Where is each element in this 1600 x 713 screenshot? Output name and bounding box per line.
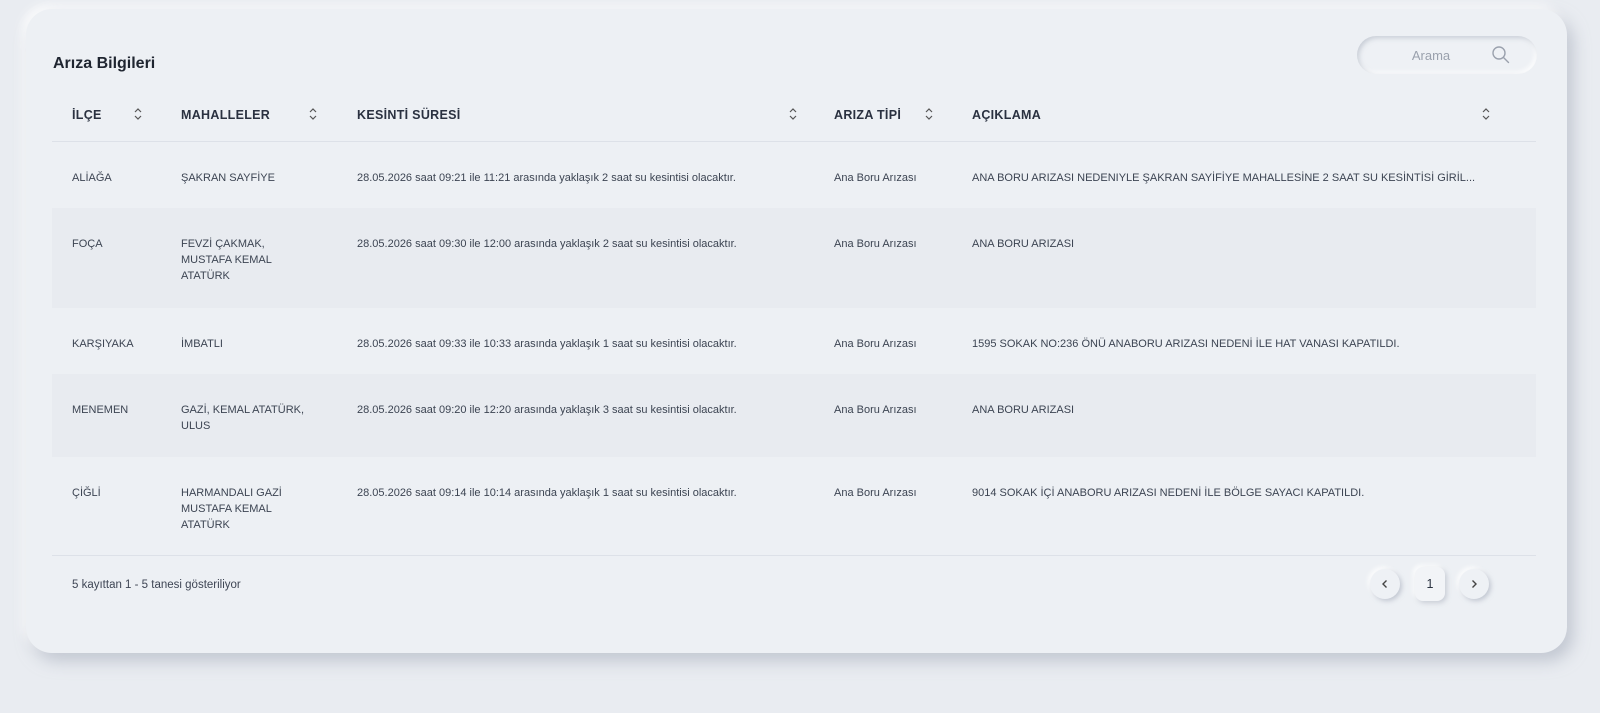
- column-header-label: ARIZA TİPİ: [834, 107, 902, 122]
- cell-ariza-tipi: Ana Boru Arızası: [834, 338, 917, 350]
- column-header-label: İLÇE: [72, 107, 102, 122]
- pagination-info: 5 kayıttan 1 - 5 tanesi gösteriliyor: [72, 579, 241, 591]
- cell-aciklama: ANA BORU ARIZASI: [972, 238, 1075, 250]
- column-header-aciklama[interactable]: AÇIKLAMA: [956, 89, 1536, 142]
- table-header-row: İLÇE MAHALLELER KESİNTİ SÜRESİ ARIZA TİP…: [52, 89, 1536, 142]
- cell-mahalleler: GAZİ, KEMAL ATATÜRK, ULUS: [181, 404, 305, 432]
- search-box[interactable]: [1357, 36, 1537, 74]
- cell-ilce: ALİAĞA: [72, 171, 112, 184]
- cell-mahalleler: FEVZİ ÇAKMAK, MUSTAFA KEMAL ATATÜRK: [181, 238, 272, 282]
- fault-info-card: Arıza Bilgileri İLÇE MAHALLELER KE: [26, 9, 1567, 653]
- page-number-button[interactable]: 1: [1415, 567, 1445, 601]
- column-header-kesinti-suresi[interactable]: KESİNTİ SÜRESİ: [337, 89, 818, 142]
- sort-icon[interactable]: [923, 107, 935, 121]
- cell-kesinti-suresi: 28.05.2026 saat 09:21 ile 11:21 arasında…: [357, 171, 736, 184]
- sort-icon[interactable]: [1480, 107, 1492, 121]
- cell-kesinti-suresi: 28.05.2026 saat 09:20 ile 12:20 arasında…: [357, 404, 737, 416]
- sort-icon[interactable]: [132, 107, 144, 121]
- table-row[interactable]: MENEMEN GAZİ, KEMAL ATATÜRK, ULUS 28.05.…: [52, 374, 1536, 457]
- cell-aciklama: 9014 SOKAK İÇİ ANABORU ARIZASI NEDENİ İL…: [972, 487, 1365, 499]
- table-row[interactable]: KARŞIYAKA İMBATLI 28.05.2026 saat 09:33 …: [52, 308, 1536, 374]
- table-row[interactable]: ÇİĞLİ HARMANDALI GAZİ MUSTAFA KEMAL ATAT…: [52, 457, 1536, 557]
- cell-ilce: KARŞIYAKA: [72, 338, 134, 350]
- cell-ilce: ÇİĞLİ: [72, 487, 101, 499]
- cell-mahalleler: HARMANDALI GAZİ MUSTAFA KEMAL ATATÜRK: [181, 487, 282, 531]
- column-header-label: MAHALLELER: [181, 107, 271, 122]
- prev-page-button[interactable]: [1370, 569, 1400, 599]
- table-row[interactable]: FOÇA FEVZİ ÇAKMAK, MUSTAFA KEMAL ATATÜRK…: [52, 208, 1536, 308]
- cell-mahalleler: İMBATLI: [181, 338, 223, 350]
- column-header-ariza-tipi[interactable]: ARIZA TİPİ: [818, 89, 956, 142]
- column-header-ilce[interactable]: İLÇE: [52, 89, 162, 142]
- cell-aciklama: 1595 SOKAK NO:236 ÖNÜ ANABORU ARIZASI NE…: [972, 338, 1400, 350]
- cell-kesinti-suresi: 28.05.2026 saat 09:30 ile 12:00 arasında…: [357, 238, 737, 250]
- column-header-mahalleler[interactable]: MAHALLELER: [162, 89, 337, 142]
- next-page-button[interactable]: [1459, 569, 1489, 599]
- chevron-left-icon: [1382, 580, 1387, 588]
- cell-mahalleler: ŞAKRAN SAYFİYE: [181, 171, 275, 184]
- sort-icon[interactable]: [787, 107, 799, 121]
- cell-ariza-tipi: Ana Boru Arızası: [834, 171, 917, 184]
- column-header-label: AÇIKLAMA: [972, 107, 1042, 122]
- table-row[interactable]: ALİAĞA ŞAKRAN SAYFİYE 28.05.2026 saat 09…: [52, 141, 1536, 208]
- cell-ariza-tipi: Ana Boru Arızası: [834, 487, 917, 499]
- cell-ariza-tipi: Ana Boru Arızası: [834, 238, 917, 250]
- column-header-label: KESİNTİ SÜRESİ: [357, 107, 461, 122]
- cell-aciklama: ANA BORU ARIZASI NEDENIYLE ŞAKRAN SAYİFİ…: [972, 171, 1476, 184]
- card-title: Arıza Bilgileri: [53, 55, 156, 72]
- cell-kesinti-suresi: 28.05.2026 saat 09:33 ile 10:33 arasında…: [357, 338, 737, 350]
- divider: [52, 555, 1536, 556]
- chevron-right-icon: [1472, 580, 1477, 588]
- cell-ilce: MENEMEN: [72, 404, 129, 416]
- cell-ariza-tipi: Ana Boru Arızası: [834, 404, 917, 416]
- cell-kesinti-suresi: 28.05.2026 saat 09:14 ile 10:14 arasında…: [357, 487, 737, 499]
- cell-aciklama: ANA BORU ARIZASI: [972, 404, 1075, 416]
- search-icon[interactable]: [1491, 45, 1511, 65]
- sort-icon[interactable]: [307, 107, 319, 121]
- fault-table: İLÇE MAHALLELER KESİNTİ SÜRESİ ARIZA TİP…: [52, 89, 1536, 557]
- search-input[interactable]: [1371, 47, 1491, 63]
- cell-ilce: FOÇA: [72, 238, 103, 250]
